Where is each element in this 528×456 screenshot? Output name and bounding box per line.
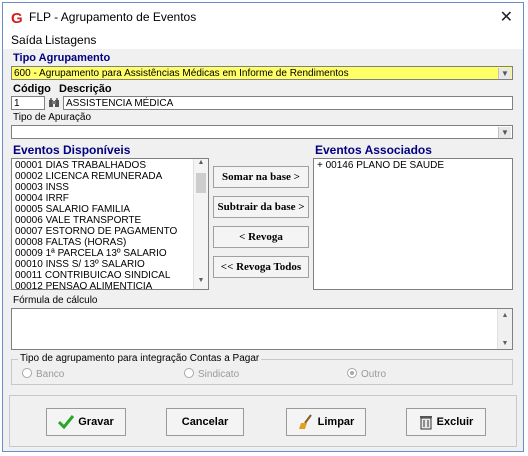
eventos-disponiveis-item[interactable]: 00011 CONTRIBUICAO SINDICAL: [12, 270, 208, 281]
excluir-button[interactable]: Excluir: [406, 408, 486, 436]
revoga-button[interactable]: < Revoga: [213, 226, 309, 248]
gravar-button[interactable]: Gravar: [46, 408, 126, 436]
chevron-down-icon[interactable]: ▼: [498, 127, 511, 138]
radio-banco[interactable]: Banco: [22, 368, 64, 380]
scroll-down-icon[interactable]: ▼: [498, 337, 512, 349]
limpar-button[interactable]: Limpar: [286, 408, 366, 436]
chevron-down-icon[interactable]: ▼: [498, 68, 511, 79]
scroll-up-icon[interactable]: ▲: [498, 309, 512, 321]
formula-scrollbar[interactable]: ▲ ▼: [497, 309, 512, 349]
eventos-disponiveis-scrollbar[interactable]: ▲ ▼: [193, 159, 208, 289]
action-bar: Gravar Cancelar Limpar Excluir: [9, 395, 517, 447]
tipo-agrupamento-label: Tipo Agrupamento: [13, 52, 111, 64]
eventos-associados-item[interactable]: + 00146 PLANO DE SAUDE: [314, 160, 512, 171]
radio-selected-icon: [347, 368, 357, 378]
eventos-associados-label: Eventos Associados: [315, 143, 432, 157]
eventos-disponiveis-item[interactable]: 00004 IRRF: [12, 193, 208, 204]
eventos-disponiveis-item[interactable]: 00012 PENSAO ALIMENTICIA: [12, 281, 208, 289]
binoculars-icon[interactable]: [47, 96, 61, 110]
eventos-disponiveis-item[interactable]: 00001 DIAS TRABALHADOS: [12, 160, 208, 171]
broom-icon: [298, 414, 312, 430]
menu-listagens[interactable]: Listagens: [45, 33, 96, 47]
eventos-associados-list[interactable]: + 00146 PLANO DE SAUDE: [313, 158, 513, 290]
codigo-input[interactable]: 1: [11, 96, 45, 110]
window: G FLP - Agrupamento de Eventos ✕ Saída L…: [2, 2, 524, 452]
svg-text:G: G: [11, 10, 23, 25]
eventos-disponiveis-item[interactable]: 00008 FALTAS (HORAS): [12, 237, 208, 248]
radio-sindicato[interactable]: Sindicato: [184, 368, 239, 380]
somar-na-base-button[interactable]: Somar na base >: [213, 166, 309, 188]
tipo-apuracao-label: Tipo de Apuração: [13, 112, 92, 123]
menu-saida[interactable]: Saída: [11, 33, 42, 47]
radio-circle-icon: [22, 368, 32, 378]
close-icon[interactable]: ✕: [500, 7, 513, 27]
eventos-disponiveis-item[interactable]: 00003 INSS: [12, 182, 208, 193]
formula-textarea[interactable]: ▲ ▼: [11, 308, 513, 350]
menu-bar: Saída Listagens: [3, 31, 523, 49]
tipo-agrupamento-value: 600 - Agrupamento para Assistências Médi…: [14, 68, 349, 79]
codigo-label: Código: [13, 83, 51, 95]
formula-label: Fórmula de cálculo: [13, 295, 98, 306]
integracao-group-label: Tipo de agrupamento para integração Cont…: [18, 353, 262, 364]
checkmark-icon: [58, 415, 75, 430]
descricao-label: Descrição: [59, 83, 112, 95]
title-bar: G FLP - Agrupamento de Eventos ✕: [3, 3, 523, 31]
window-title: FLP - Agrupamento de Eventos: [29, 10, 197, 24]
tipo-agrupamento-select[interactable]: 600 - Agrupamento para Assistências Médi…: [11, 66, 513, 80]
eventos-disponiveis-item[interactable]: 00005 SALARIO FAMILIA: [12, 204, 208, 215]
revoga-todos-button[interactable]: << Revoga Todos: [213, 256, 309, 278]
cancelar-button[interactable]: Cancelar: [166, 408, 244, 436]
radio-circle-icon: [184, 368, 194, 378]
radio-outro[interactable]: Outro: [347, 368, 386, 380]
eventos-disponiveis-item[interactable]: 00002 LICENCA REMUNERADA: [12, 171, 208, 182]
trash-icon: [419, 416, 432, 430]
descricao-input[interactable]: ASSISTENCIA MÉDICA: [63, 96, 513, 110]
tipo-apuracao-select[interactable]: ▼: [11, 125, 513, 139]
app-logo-icon: G: [9, 9, 25, 25]
integracao-group: Tipo de agrupamento para integração Cont…: [11, 353, 513, 385]
eventos-disponiveis-item[interactable]: 00007 ESTORNO DE PAGAMENTO: [12, 226, 208, 237]
eventos-disponiveis-item[interactable]: 00006 VALE TRANSPORTE: [12, 215, 208, 226]
eventos-disponiveis-item[interactable]: 00009 1ª PARCELA 13º SALARIO: [12, 248, 208, 259]
scroll-up-icon[interactable]: ▲: [194, 159, 208, 171]
scroll-down-icon[interactable]: ▼: [194, 277, 208, 289]
scroll-thumb[interactable]: [196, 173, 206, 193]
eventos-disponiveis-list[interactable]: 00001 DIAS TRABALHADOS 00002 LICENCA REMU…: [11, 158, 209, 290]
subtrair-da-base-button[interactable]: Subtrair da base >: [213, 196, 309, 218]
eventos-disponiveis-label: Eventos Disponíveis: [13, 143, 131, 157]
eventos-disponiveis-item[interactable]: 00010 INSS S/ 13º SALARIO: [12, 259, 208, 270]
